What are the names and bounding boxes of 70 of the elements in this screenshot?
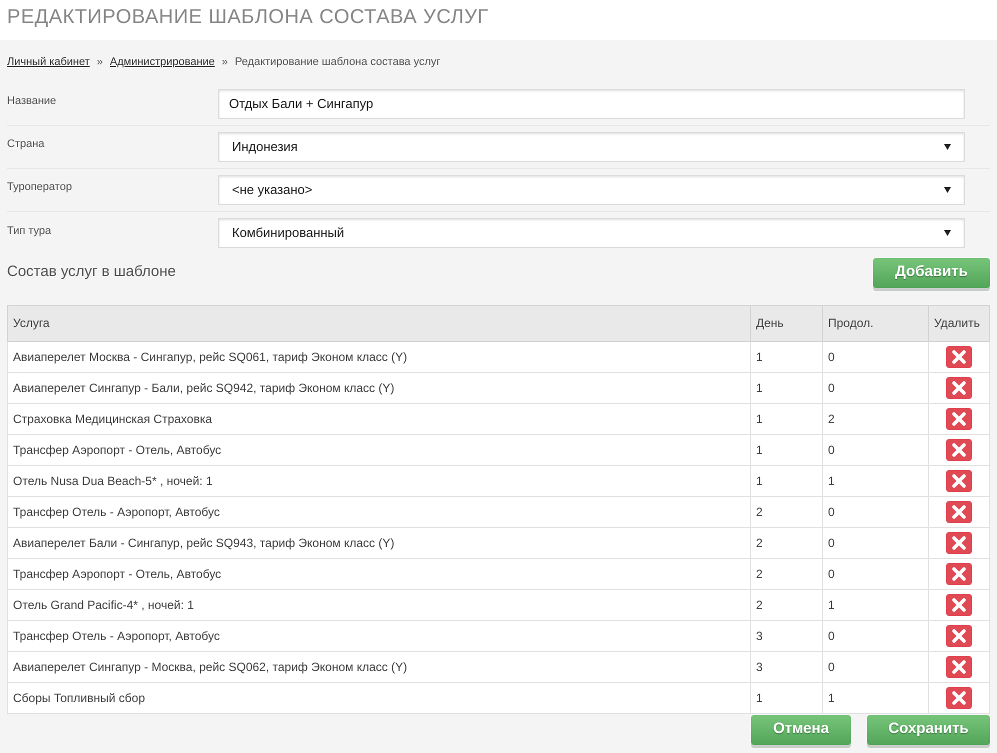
table-cell: 0: [822, 496, 928, 527]
table-cell: 0: [822, 341, 928, 372]
table-cell: Отель Grand Pacific-4* , ночей: 1: [8, 589, 750, 620]
table-cell: Страховка Медицинская Страховка: [8, 403, 750, 434]
delete-icon[interactable]: [946, 376, 972, 398]
table-cell: 3: [750, 620, 822, 651]
table-cell: Авиаперелет Москва - Сингапур, рейс SQ061, тариф Эконом класс (Y): [8, 341, 750, 372]
table-cell: 1: [750, 372, 822, 403]
table-cell: 2: [750, 558, 822, 589]
field-label: Название: [7, 94, 58, 110]
field-label: Тип тура: [7, 224, 52, 239]
table-cell: 2: [750, 496, 822, 527]
select-field[interactable]: Комбинированный: [218, 218, 965, 248]
table-cell: Трансфер Отель - Аэропорт, Автобус: [8, 496, 750, 527]
select-field[interactable]: Индонезия: [218, 132, 965, 162]
table-cell: 0: [822, 620, 928, 651]
input-field[interactable]: Отдых Бали + Сингапур: [218, 88, 965, 118]
table-cell: 2: [822, 403, 928, 434]
caret-icon: [944, 230, 951, 236]
breadcrumb-separator: »: [96, 55, 103, 70]
table-cell: Трансфер Отель - Аэропорт, Автобус: [8, 620, 750, 651]
delete-icon[interactable]: [946, 500, 972, 522]
column-header: Удалить: [928, 305, 990, 341]
table-cell: 1: [822, 682, 928, 713]
table-cell: Сборы Топливный сбор: [8, 682, 750, 713]
delete-icon[interactable]: [946, 562, 972, 584]
select-field[interactable]: <не указано>: [218, 174, 965, 204]
delete-icon[interactable]: [946, 532, 972, 554]
breadcrumb-current: Редактирование шаблона состава услуг: [234, 55, 440, 70]
table-cell: 2: [750, 527, 822, 558]
table-cell: 0: [822, 558, 928, 589]
table-cell: 0: [822, 527, 928, 558]
delete-icon[interactable]: [946, 438, 972, 460]
table-cell: Отель Nusa Dua Beach-5* , ночей: 1: [8, 465, 750, 496]
table-cell: 1: [750, 403, 822, 434]
table-cell: 1: [750, 434, 822, 465]
table-cell: 1: [750, 682, 822, 713]
caret-icon: [944, 144, 951, 150]
column-header: Услуга: [8, 305, 750, 341]
table-cell: Авиаперелет Сингапур - Бали, рейс SQ942, тариф Эконом класс (Y): [8, 372, 750, 403]
table-cell: 1: [750, 465, 822, 496]
delete-icon[interactable]: [946, 686, 972, 708]
table-cell: 1: [750, 341, 822, 372]
column-header: День: [750, 305, 822, 341]
table-cell: 2: [750, 589, 822, 620]
delete-icon[interactable]: [946, 594, 972, 616]
table-cell: 3: [750, 651, 822, 682]
table-cell: 0: [822, 651, 928, 682]
column-header: Продол.: [822, 305, 928, 341]
breadcrumb-link[interactable]: Личный кабинет: [7, 54, 90, 70]
table-cell: Трансфер Аэропорт - Отель, Автобус: [8, 434, 750, 465]
table-cell: 0: [822, 434, 928, 465]
delete-icon[interactable]: [946, 656, 972, 678]
field-label: Туроператор: [7, 180, 73, 196]
field-label: Страна: [7, 137, 46, 152]
delete-icon[interactable]: [946, 346, 972, 368]
table-cell: 1: [822, 589, 928, 620]
delete-icon[interactable]: [946, 408, 972, 430]
table-cell: Трансфер Аэропорт - Отель, Автобус: [8, 558, 750, 589]
delete-icon[interactable]: [946, 470, 972, 492]
table-cell: Авиаперелет Бали - Сингапур, рейс SQ943, тариф Эконом класс (Y): [8, 527, 750, 558]
page-title: РЕДАКТИРОВАНИЕ ШАБЛОНА СОСТАВА УСЛУГ: [7, 5, 490, 30]
section-title: Состав услуг в шаблоне: [7, 262, 176, 282]
table-cell: 0: [822, 372, 928, 403]
delete-icon[interactable]: [946, 624, 972, 646]
table-cell: Авиаперелет Сингапур - Москва, рейс SQ062, тариф Эконом класс (Y): [8, 651, 750, 682]
table-cell: 1: [822, 465, 928, 496]
caret-icon: [944, 186, 951, 192]
breadcrumb-separator: »: [222, 55, 228, 70]
breadcrumb-link[interactable]: Администрирование: [110, 54, 215, 70]
